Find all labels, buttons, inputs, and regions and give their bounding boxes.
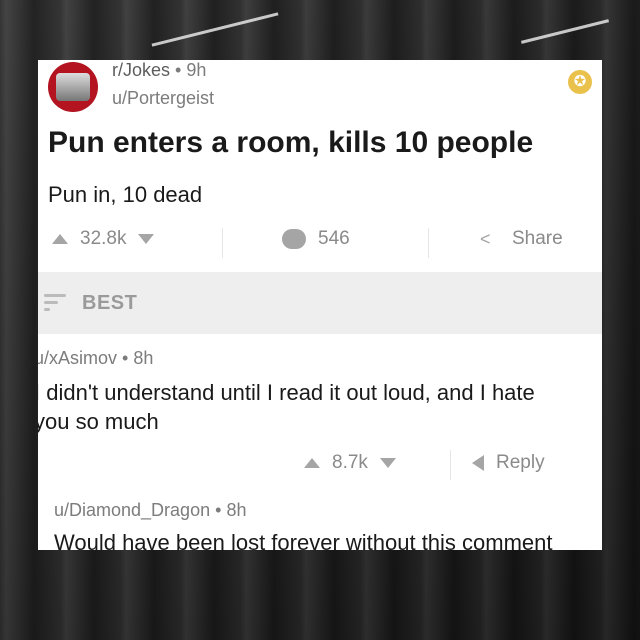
comment-age: 8h — [133, 348, 154, 368]
sort-label: BEST — [82, 292, 138, 314]
comment-age: 8h — [226, 500, 247, 520]
comment-sort-bar[interactable]: BEST — [38, 272, 602, 334]
comment-text: Would have been lost forever without thi… — [54, 530, 553, 550]
share-icon: < — [480, 229, 491, 249]
subreddit-link[interactable]: r/Jokes — [112, 60, 170, 80]
post-body: Pun in, 10 dead — [48, 182, 203, 207]
post-meta: r/Jokes • 9h — [112, 60, 206, 81]
meta-separator: • — [122, 348, 129, 368]
post-age: 9h — [186, 60, 207, 80]
comment-meta: u/Diamond_Dragon • 8h — [54, 500, 246, 521]
vote-group: 32.8k — [52, 228, 155, 250]
comment-actions: 8.7k Reply — [38, 448, 602, 484]
light-streak — [520, 19, 610, 44]
meta-separator: • — [175, 60, 182, 80]
reply-icon — [472, 455, 484, 471]
downvote-icon[interactable] — [138, 234, 155, 244]
share-button[interactable]: < Share — [480, 228, 563, 250]
comment-meta: u/xAsimov • 8h — [38, 348, 153, 369]
reply-button[interactable]: Reply — [472, 452, 545, 474]
divider — [450, 450, 451, 480]
share-label: Share — [512, 228, 563, 249]
post-header: r/Jokes • 9h u/Portergeist ✪ — [48, 60, 592, 116]
reddit-screenshot-card: r/Jokes • 9h u/Portergeist ✪ Pun enters … — [38, 60, 602, 550]
award-icon[interactable]: ✪ — [568, 70, 592, 94]
divider — [428, 228, 429, 258]
comments-button[interactable]: 546 — [282, 228, 350, 250]
post-author[interactable]: u/Portergeist — [112, 88, 214, 109]
comment-icon — [282, 229, 306, 249]
comment-author[interactable]: u/Diamond_Dragon — [54, 500, 210, 520]
light-streak — [151, 12, 279, 47]
comment-vote-group: 8.7k — [304, 452, 396, 474]
post-actions: 32.8k 546 < Share — [38, 222, 602, 266]
post-title: Pun enters a room, kills 10 people — [48, 126, 534, 159]
reply-label: Reply — [496, 452, 545, 473]
sort-icon — [44, 294, 66, 315]
downvote-icon[interactable] — [379, 458, 396, 468]
upvote-icon[interactable] — [304, 458, 320, 468]
upvote-icon[interactable] — [52, 234, 68, 244]
subreddit-avatar-icon[interactable] — [48, 62, 98, 112]
comment-count: 546 — [318, 228, 350, 249]
comment-author[interactable]: u/xAsimov — [38, 348, 117, 368]
meta-separator: • — [215, 500, 222, 520]
comment-score: 8.7k — [332, 452, 368, 473]
post-score: 32.8k — [80, 228, 127, 249]
comment-text: I didn't understand until I read it out … — [38, 380, 535, 434]
divider — [222, 228, 223, 258]
